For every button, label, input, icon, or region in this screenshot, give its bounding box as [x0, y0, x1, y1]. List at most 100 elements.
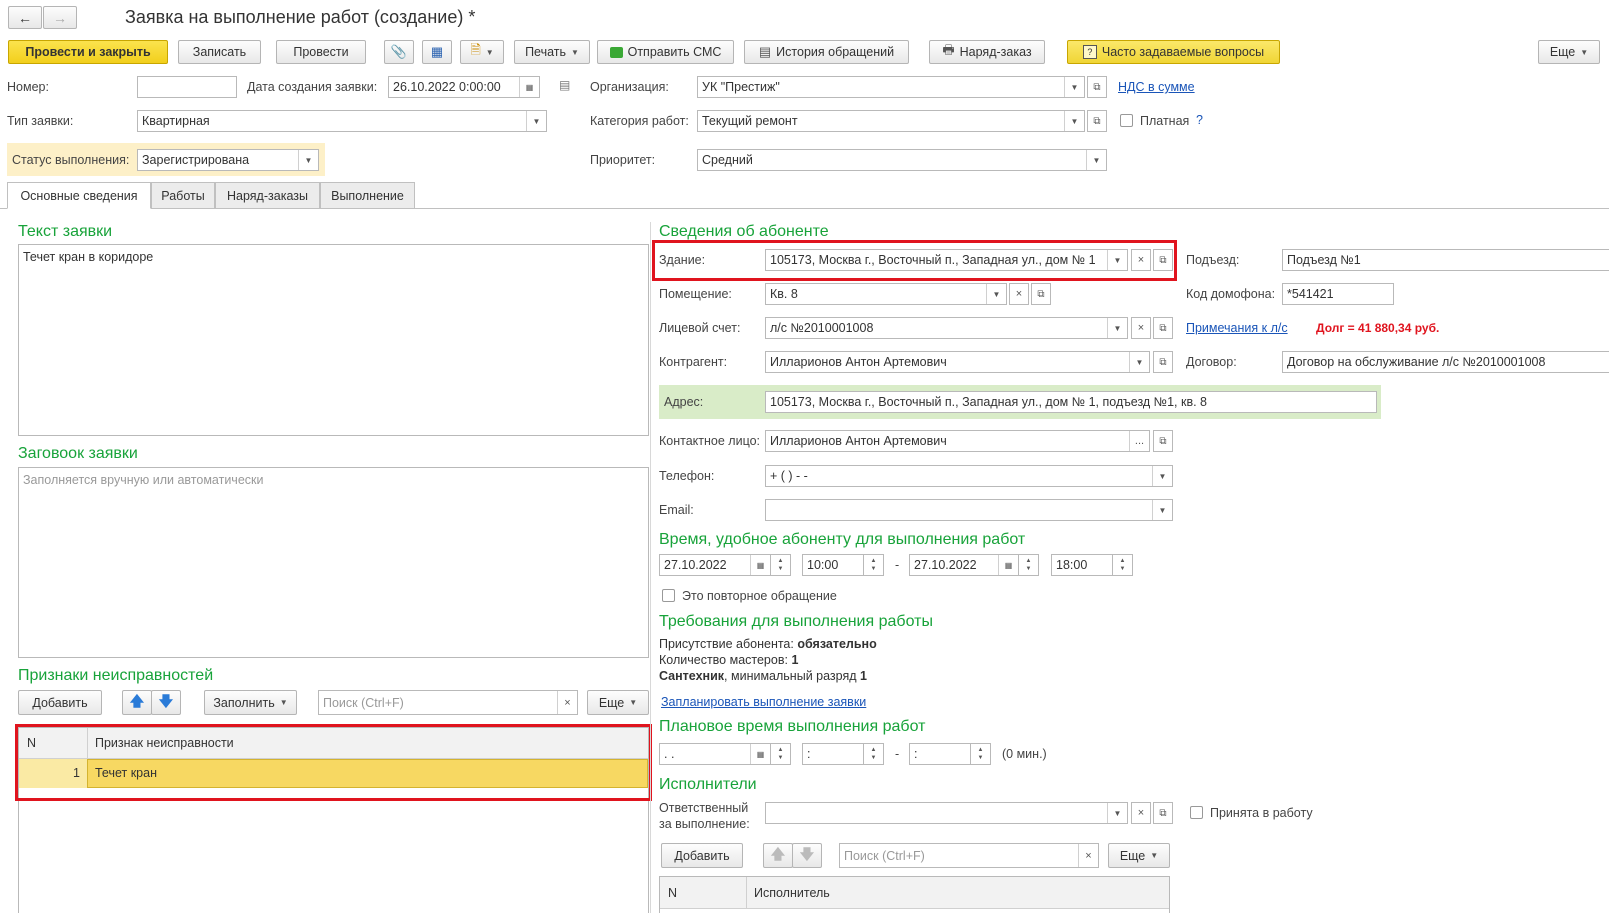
- chevron-down-icon[interactable]: ▼: [1064, 111, 1084, 131]
- contact-field[interactable]: Илларионов Антон Артемович...: [765, 430, 1150, 452]
- planned-time-from-spinner[interactable]: ▲ ▼: [864, 743, 884, 765]
- planned-date-field[interactable]: . . ▦: [659, 743, 771, 765]
- move-up-button[interactable]: 🡅: [122, 690, 152, 715]
- history-button[interactable]: ▤ История обращений: [744, 40, 909, 64]
- structure-button[interactable]: ▦: [422, 40, 452, 64]
- back-button[interactable]: ←: [8, 6, 42, 29]
- chevron-down-icon[interactable]: ▼: [526, 111, 546, 131]
- clear-icon[interactable]: ×: [1078, 844, 1098, 867]
- vat-link[interactable]: НДС в сумме: [1118, 80, 1195, 94]
- phone-field[interactable]: + ( ) - - ▼: [765, 465, 1173, 487]
- add-fault-button[interactable]: Добавить: [18, 690, 102, 715]
- forward-button[interactable]: →: [43, 6, 77, 29]
- chevron-down-icon[interactable]: ▼: [298, 150, 318, 170]
- help-mark[interactable]: ?: [1196, 113, 1203, 127]
- open-icon[interactable]: ⧉: [1087, 76, 1107, 98]
- date-to-spinner[interactable]: ▲ ▼: [1019, 554, 1039, 576]
- executor-search-input[interactable]: Поиск (Ctrl+F) ×: [839, 843, 1099, 868]
- room-field[interactable]: Кв. 8 ▼: [765, 283, 1007, 305]
- calendar-icon[interactable]: ▦: [750, 744, 770, 764]
- counterparty-field[interactable]: Илларионов Антон Артемович ▼: [765, 351, 1150, 373]
- date-field[interactable]: 26.10.2022 0:00:00 ▦: [388, 76, 540, 98]
- account-field[interactable]: л/с №2010001008 ▼: [765, 317, 1128, 339]
- move-down-button[interactable]: 🡇: [151, 690, 181, 715]
- select-ellipsis-icon[interactable]: ...: [1129, 431, 1149, 451]
- open-icon[interactable]: ⧉: [1087, 110, 1107, 132]
- work-order-button[interactable]: 🖶 Наряд-заказ: [929, 40, 1045, 64]
- type-field[interactable]: Квартирная ▼: [137, 110, 547, 132]
- more-button[interactable]: Еще ▼: [1538, 40, 1600, 64]
- open-icon[interactable]: ⧉: [1031, 283, 1051, 305]
- planned-date-spinner[interactable]: ▲ ▼: [771, 743, 791, 765]
- create-based-button[interactable]: 🗎 ▼: [460, 40, 504, 64]
- category-field[interactable]: Текущий ремонт ▼: [697, 110, 1085, 132]
- calendar-icon[interactable]: ▦: [750, 555, 770, 575]
- email-label: Email:: [659, 503, 694, 517]
- date-from-spinner[interactable]: ▲ ▼: [771, 554, 791, 576]
- tab-work-orders[interactable]: Наряд-заказы: [215, 182, 320, 209]
- entrance-field[interactable]: Подъезд №1: [1282, 249, 1609, 271]
- time-from-spinner[interactable]: ▲ ▼: [864, 554, 884, 576]
- status-field[interactable]: Зарегистрирована ▼: [137, 149, 319, 171]
- repeat-request-checkbox[interactable]: [662, 589, 675, 602]
- chevron-down-icon[interactable]: ▼: [1086, 150, 1106, 170]
- date-from-field[interactable]: 27.10.2022 ▦: [659, 554, 771, 576]
- chevron-down-icon[interactable]: ▼: [986, 284, 1006, 304]
- paid-checkbox[interactable]: [1120, 114, 1133, 127]
- chevron-down-icon[interactable]: ▼: [1152, 466, 1172, 486]
- request-header-area[interactable]: Заполняется вручную или автоматически: [18, 467, 649, 658]
- open-icon[interactable]: ⧉: [1153, 430, 1173, 452]
- account-notes-link[interactable]: Примечания к л/с: [1186, 321, 1288, 335]
- executor-up-button[interactable]: 🡅: [763, 843, 793, 868]
- plan-execution-link[interactable]: Запланировать выполнение заявки: [661, 695, 866, 709]
- chevron-down-icon[interactable]: ▼: [1129, 352, 1149, 372]
- print-button[interactable]: Печать ▼: [514, 40, 590, 64]
- clear-icon[interactable]: ×: [1131, 317, 1151, 339]
- tab-works[interactable]: Работы: [151, 182, 215, 209]
- fill-button[interactable]: Заполнить ▼: [204, 690, 297, 715]
- faq-button[interactable]: ? Часто задаваемые вопросы: [1067, 40, 1280, 64]
- open-icon[interactable]: ⧉: [1153, 351, 1173, 373]
- chevron-down-icon[interactable]: ▼: [1107, 803, 1127, 823]
- clear-icon[interactable]: ×: [1009, 283, 1029, 305]
- post-button[interactable]: Провести: [276, 40, 366, 64]
- send-sms-button[interactable]: Отправить СМС: [597, 40, 734, 64]
- fault-more-button[interactable]: Еще ▼: [587, 690, 649, 715]
- attach-button[interactable]: 📎: [384, 40, 414, 64]
- address-field[interactable]: 105173, Москва г., Восточный п., Западна…: [765, 391, 1377, 413]
- responsible-field[interactable]: ▼: [765, 802, 1128, 824]
- fault-search-input[interactable]: Поиск (Ctrl+F) ×: [318, 690, 578, 715]
- accepted-checkbox[interactable]: [1190, 806, 1203, 819]
- planned-time-to-field[interactable]: :: [909, 743, 971, 765]
- chevron-down-icon[interactable]: ▼: [1107, 318, 1127, 338]
- tab-execution[interactable]: Выполнение: [320, 182, 415, 209]
- open-icon[interactable]: ⧉: [1153, 802, 1173, 824]
- date-to-field[interactable]: 27.10.2022 ▦: [909, 554, 1019, 576]
- contract-field[interactable]: Договор на обслуживание л/с №2010001008: [1282, 351, 1609, 373]
- chevron-down-icon[interactable]: ▼: [1064, 77, 1084, 97]
- number-field[interactable]: [137, 76, 237, 98]
- open-icon[interactable]: ⧉: [1153, 317, 1173, 339]
- request-text-area[interactable]: Течет кран в коридоре: [18, 244, 649, 436]
- tab-main-info[interactable]: Основные сведения: [7, 182, 151, 209]
- calendar-icon[interactable]: ▦: [998, 555, 1018, 575]
- time-to-spinner[interactable]: ▲ ▼: [1113, 554, 1133, 576]
- time-to-field[interactable]: 18:00: [1051, 554, 1113, 576]
- clear-icon[interactable]: ×: [557, 691, 577, 714]
- calendar-icon[interactable]: ▦: [519, 77, 539, 97]
- planned-time-to-spinner[interactable]: ▲ ▼: [971, 743, 991, 765]
- add-executor-button[interactable]: Добавить: [661, 843, 743, 868]
- executor-more-button[interactable]: Еще ▼: [1108, 843, 1170, 868]
- post-and-close-button[interactable]: Провести и закрыть: [8, 40, 168, 64]
- clear-icon[interactable]: ×: [1131, 802, 1151, 824]
- planned-time-from-field[interactable]: :: [802, 743, 864, 765]
- time-from-field[interactable]: 10:00: [802, 554, 864, 576]
- email-field[interactable]: ▼: [765, 499, 1173, 521]
- comment-icon[interactable]: ▤: [559, 78, 570, 92]
- executor-down-button[interactable]: 🡇: [792, 843, 822, 868]
- intercom-field[interactable]: *541421: [1282, 283, 1394, 305]
- organization-field[interactable]: УК "Престиж" ▼: [697, 76, 1085, 98]
- priority-field[interactable]: Средний ▼: [697, 149, 1107, 171]
- save-button[interactable]: Записать: [178, 40, 261, 64]
- chevron-down-icon[interactable]: ▼: [1152, 500, 1172, 520]
